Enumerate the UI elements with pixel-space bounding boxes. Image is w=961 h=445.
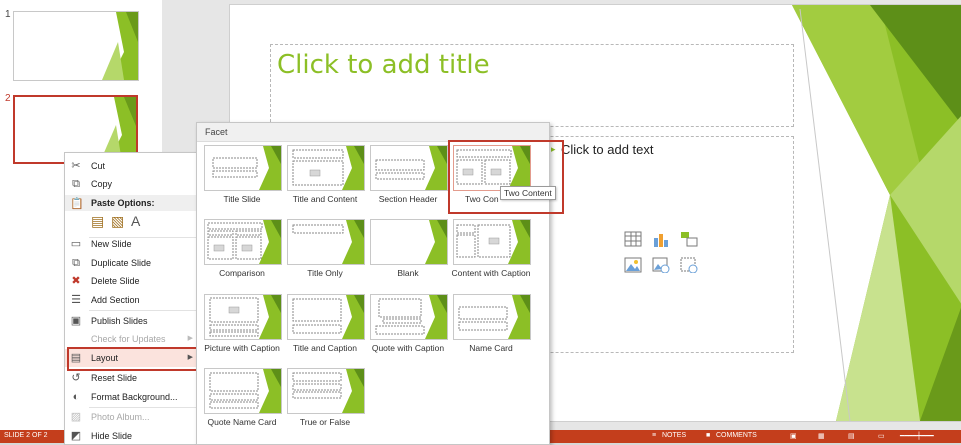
- layout-tooltip: Two Content: [500, 186, 556, 200]
- menu-item-new-slide[interactable]: ▭ New Slide: [65, 235, 201, 253]
- layout-caption: Title and Caption: [293, 343, 357, 353]
- copy-icon: ⧉: [72, 178, 80, 190]
- layout-preview: [204, 145, 282, 191]
- layout-caption: Name Card: [469, 343, 513, 353]
- picture-icon[interactable]: [624, 257, 642, 273]
- duplicate-icon: ⧉: [72, 257, 80, 269]
- layout-preview: [287, 368, 365, 414]
- context-menu: ✂ Cut ⧉ Copy 📋 Paste Options: ▤ ▧ A ▭ Ne…: [64, 152, 202, 445]
- paste-picture-icon[interactable]: A: [131, 213, 140, 229]
- layout-caption: Content with Caption: [451, 268, 531, 278]
- online-picture-icon[interactable]: [652, 257, 670, 273]
- two-content-highlight-box: [448, 140, 564, 214]
- delete-slide-icon: ✖: [71, 275, 81, 287]
- comments-button[interactable]: COMMENTS: [716, 432, 757, 439]
- title-placeholder[interactable]: Click to add title: [270, 44, 794, 127]
- reading-view-icon[interactable]: ▤: [848, 432, 855, 440]
- new-slide-icon: ▭: [70, 238, 82, 250]
- slide-sorter-icon[interactable]: ▦: [818, 432, 825, 440]
- layout-preview: [370, 145, 448, 191]
- zoom-slider[interactable]: ━━━━┿━━━: [900, 432, 934, 440]
- paste-options-header: 📋 Paste Options:: [65, 195, 201, 211]
- section-icon: ☰: [71, 294, 81, 306]
- layout-preview: [370, 294, 448, 340]
- layout-preview: [287, 145, 365, 191]
- layout-preview: [370, 219, 448, 265]
- menu-item-hide-slide[interactable]: ◩ Hide Slide: [65, 427, 201, 445]
- layout-caption: Picture with Caption: [204, 343, 280, 353]
- menu-item-reset-slide[interactable]: ↺ Reset Slide: [65, 369, 201, 387]
- menu-item-format-background[interactable]: ◐ Format Background...: [65, 388, 201, 406]
- layout-caption: Section Header: [378, 194, 438, 204]
- layout-caption: Title Slide: [223, 194, 261, 204]
- paste-use-destination-theme-icon[interactable]: ▤: [91, 213, 104, 230]
- hide-slide-icon: ◩: [70, 430, 82, 442]
- menu-item-cut[interactable]: ✂ Cut: [65, 157, 201, 175]
- photo-album-icon: ▨: [70, 411, 82, 423]
- normal-view-icon[interactable]: ▣: [790, 432, 797, 440]
- layout-preview: [204, 294, 282, 340]
- comments-icon[interactable]: ■: [706, 432, 710, 439]
- layout-caption: Comparison: [219, 268, 265, 278]
- menu-item-photo-album: ▨ Photo Album...: [70, 411, 150, 423]
- menu-item-copy[interactable]: ⧉ Copy: [65, 175, 201, 193]
- scissors-icon: ✂: [71, 160, 81, 172]
- slide-thumbnail-1[interactable]: [13, 11, 139, 81]
- notes-icon[interactable]: ≡: [652, 432, 656, 439]
- slideshow-icon[interactable]: ▭: [878, 432, 885, 440]
- layout-caption: Blank: [397, 268, 419, 278]
- notes-button[interactable]: NOTES: [662, 432, 686, 439]
- layout-highlight-box: [67, 347, 199, 371]
- menu-item-duplicate-slide[interactable]: ⧉ Duplicate Slide: [65, 254, 201, 272]
- chart-icon[interactable]: [652, 231, 670, 247]
- theme-name: Facet: [205, 127, 228, 137]
- layout-caption: Quote Name Card: [207, 417, 277, 427]
- paste-keep-formatting-icon[interactable]: ▧: [111, 213, 124, 230]
- thumbnail-number: 2: [5, 93, 11, 104]
- layout-preview: [204, 368, 282, 414]
- menu-item-delete-slide[interactable]: ✖ Delete Slide: [65, 272, 201, 290]
- layout-caption: True or False: [299, 417, 351, 427]
- layout-preview: [287, 294, 365, 340]
- paste-options-buttons: ▤ ▧ A: [91, 213, 161, 233]
- thumbnail-number: 1: [5, 9, 11, 20]
- layout-preview: [453, 294, 531, 340]
- paste-icon: 📋: [70, 198, 84, 210]
- layout-caption: Quote with Caption: [371, 343, 445, 353]
- video-icon[interactable]: [680, 257, 698, 273]
- facet-decoration: [102, 12, 138, 80]
- layout-caption: Title Only: [307, 268, 343, 278]
- layout-preview: [453, 219, 531, 265]
- table-icon[interactable]: [624, 231, 642, 247]
- menu-item-add-section[interactable]: ☰ Add Section: [65, 291, 201, 309]
- content-placeholder-text: Click to add text: [561, 142, 654, 157]
- menu-item-check-for-updates: Check for Updates ▶: [65, 330, 201, 348]
- title-placeholder-text: Click to add title: [277, 50, 490, 80]
- reset-icon: ↺: [71, 372, 81, 384]
- publish-icon: ▣: [70, 315, 82, 327]
- layout-preview: [204, 219, 282, 265]
- submenu-arrow-icon: ▶: [187, 335, 193, 342]
- menu-item-publish-slides[interactable]: ▣ Publish Slides: [65, 312, 201, 330]
- layout-caption: Title and Content: [292, 194, 358, 204]
- layout-preview: [287, 219, 365, 265]
- slide-indicator: SLIDE 2 OF 2: [4, 432, 48, 439]
- smartart-icon[interactable]: [680, 231, 698, 247]
- menu-separator: [89, 310, 199, 311]
- format-background-icon: ◐: [72, 391, 80, 403]
